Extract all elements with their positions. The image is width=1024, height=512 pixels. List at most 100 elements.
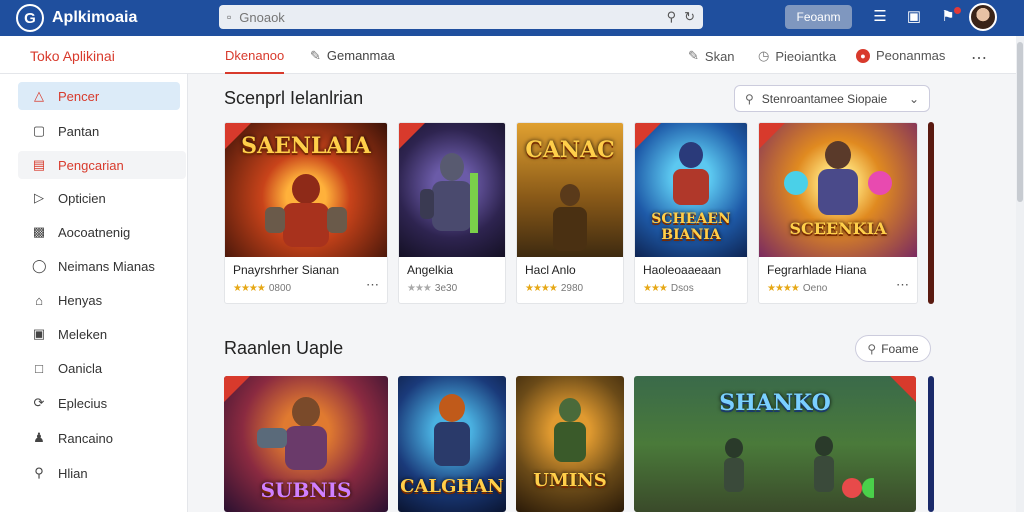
app-card[interactable]: SUBNIS [224,376,388,512]
app-rating-value: 2980 [560,283,584,294]
app-logo[interactable]: G Aplkimoaia [16,4,216,32]
tab-1[interactable]: ✎ Gemanmaa [310,48,395,64]
sidebar-item-label: Aocoatnenig [58,224,131,240]
action-settings[interactable]: ◷ Pieoiantka [758,48,836,64]
sidebar-item-0[interactable]: △ Pencer [18,82,180,110]
hero-figure [784,141,892,215]
sidebar-item-8[interactable]: □ Oanicla [18,354,180,382]
hero-figure [673,142,709,205]
sidebar-item-label: Neimans Mianas [58,258,155,274]
art-title: UMINS [533,470,607,491]
app-card[interactable]: CALGHAN [398,376,506,512]
hero-figure [265,174,347,247]
star-rating-icon: ★★★★ [233,283,266,294]
main-content: Scenprl Ielanlrian ⚲ Stenroantamee Siopa… [188,74,1018,512]
sidebar: △ Pencer ▢ Pantan ▤ Pengcarian ▷ Opticien ▩ A… [0,74,188,512]
lock-icon: ▫ [227,10,232,24]
art-title: SHANKO [719,390,831,416]
sidebar-item-1[interactable]: ▢ Pantan [18,117,180,145]
filter-pill[interactable]: ⚲ Foame [855,335,931,362]
sidebar-item-label: Meleken [58,326,108,342]
art-title: SAENLAIA [241,133,371,159]
sidebar-item-label: Henyas [58,292,103,308]
app-card-art: SCHEAEN BIANIA [635,123,747,257]
refresh-circle-icon: ⟳ [33,395,45,410]
monitor-icon: ▢ [32,123,46,138]
clock-icon: ◷ [758,48,770,63]
hero-figure [420,153,478,233]
app-card-art: CANAC [517,123,623,257]
art-title: CANAC [525,137,615,163]
sidebar-item-label: Eplecius [58,395,108,411]
promo-badge [224,376,250,402]
more-options-icon[interactable]: ⋯ [366,277,379,293]
app-name: Angelkia [407,263,454,277]
art-title: SCHEAEN BIANIA [651,211,731,243]
app-name: Hacl Anlo [525,263,576,277]
app-card[interactable]: SCEENKIA Fegrarhlade Hiana ★★★★ Oeno ⋯ [758,122,918,304]
sidebar-item-label: Opticien [58,190,106,206]
art-title: CALGHAN [400,476,504,497]
app-card-art: SAENLAIA [225,123,387,257]
app-card[interactable]: SCHEAEN BIANIA Haoleoaaeaan ★★★ Dsos [634,122,748,304]
app-name: Aplkimoaia [52,9,138,26]
app-card-art: UMINS [516,376,624,512]
search-icon[interactable]: ⚲ [667,9,677,25]
app-card-art: CALGHAN [398,376,506,512]
menu-icon[interactable]: ☰ [870,7,890,25]
image-square-icon: ▣ [32,326,46,341]
app-card[interactable]: SHANKO [634,376,916,512]
sub-bar: Toko Aplikinai Dkenanoo ✎ Gemanmaa ✎ Skan … [0,36,1024,74]
sidebar-item-9[interactable]: ⟳ Eplecius [18,389,180,417]
sidebar-item-7[interactable]: ▣ Meleken [18,320,180,348]
action-account[interactable]: ● Peonanmas [856,48,945,63]
record-icon: ● [856,48,870,63]
refresh-icon[interactable]: ↻ [684,9,695,25]
search-input[interactable] [239,9,659,25]
sidebar-item-label: Pengcarian [58,157,124,173]
app-rating: ★★★★ 2980 [525,283,615,294]
app-card[interactable]: SAENLAIA Pnayrshrher Sianan ★★★★ 0800 ⋯ [224,122,388,304]
sidebar-item-4[interactable]: ▩ Aocoatnenig [18,218,180,246]
tab-0[interactable]: Dkenanoo [225,48,285,74]
warning-triangle-icon: △ [34,88,44,103]
sidebar-item-label: Pencer [58,88,100,104]
app-rating: ★★★ Dsos [643,283,739,294]
sidebar-item-6[interactable]: ⌂ Henyas [18,286,180,314]
app-card-art [399,123,505,257]
chevron-down-icon: ⌄ [908,91,919,106]
sidebar-item-11[interactable]: ⚲ Hlian [18,459,180,487]
scrollbar-thumb[interactable] [1017,42,1023,202]
top-action-button[interactable]: Feoanm [785,5,852,29]
more-menu-icon[interactable]: ⋯ [971,48,988,68]
sidebar-item-3[interactable]: ▷ Opticien [18,184,180,212]
app-card-art: SCEENKIA [759,123,917,257]
sort-dropdown[interactable]: ⚲ Stenroantamee Siopaie ⌄ [734,85,930,112]
window-icon[interactable]: ▣ [904,7,924,25]
search-icon: ⚲ [34,465,44,480]
app-card-partial[interactable] [928,122,934,304]
hero-figure [553,184,587,251]
app-rating-value: 0800 [268,283,292,294]
search-icon: ⚲ [745,91,754,106]
app-card[interactable]: CANAC Hacl Anlo ★★★★ 2980 [516,122,624,304]
scene-figures [724,436,874,498]
star-rating-icon: ★★★ [407,283,432,294]
app-card[interactable]: UMINS [516,376,624,512]
sidebar-item-2[interactable]: ▤ Pengcarian [18,151,186,179]
app-card[interactable]: Angelkia ★★★ 3e30 [398,122,506,304]
sidebar-item-label: Hlian [58,465,88,481]
sort-dropdown-label: Stenroantamee Siopaie [761,91,888,106]
action-settings-label: Pieoiantka [775,48,837,64]
home-icon: ⌂ [35,292,43,308]
action-scan[interactable]: ✎ Skan [688,48,735,64]
sidebar-item-5[interactable]: ◯ Neimans Mianas [18,252,180,280]
app-name: Haoleoaaeaan [643,263,722,277]
sidebar-item-10[interactable]: ♟ Rancaino [18,424,180,452]
play-square-icon: ▷ [34,190,44,205]
app-rating-value: Dsos [670,283,694,294]
star-rating-icon: ★★★★ [767,283,800,294]
app-card-partial[interactable] [928,376,934,512]
more-options-icon[interactable]: ⋯ [896,277,909,293]
avatar[interactable] [969,3,997,31]
